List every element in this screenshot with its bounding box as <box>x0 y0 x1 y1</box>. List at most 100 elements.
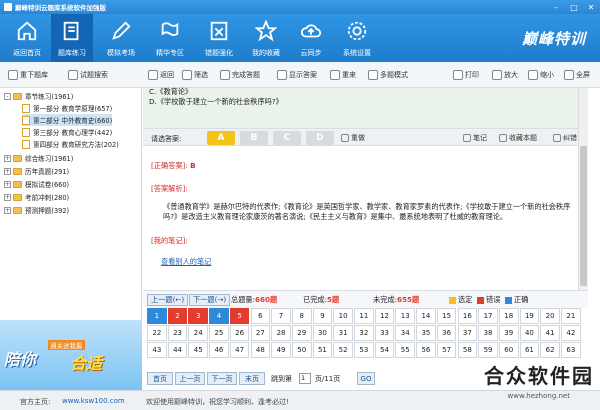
back-button[interactable]: 返回 <box>148 69 174 81</box>
question-number-cell[interactable]: 47 <box>229 342 250 358</box>
question-number-cell[interactable]: 34 <box>395 325 416 341</box>
question-number-cell[interactable]: 31 <box>333 325 353 341</box>
question-number-cell[interactable]: 61 <box>519 342 540 358</box>
question-number-cell[interactable]: 40 <box>519 325 540 341</box>
question-number-cell[interactable]: 5 <box>229 308 250 324</box>
tree-node[interactable]: 第二部分 中外教育史(660) <box>22 114 113 126</box>
favorite-button[interactable]: 收藏本题 <box>499 133 537 143</box>
question-number-cell[interactable]: 25 <box>209 325 229 341</box>
prev-page-button[interactable]: 上一页 <box>175 372 205 385</box>
question-number-cell[interactable]: 58 <box>457 342 478 358</box>
home-link[interactable]: www.ksw100.com <box>62 397 125 405</box>
option-a-button[interactable]: A <box>207 131 235 145</box>
question-number-cell[interactable]: 1 <box>147 308 167 324</box>
question-number-cell[interactable]: 63 <box>561 342 581 358</box>
last-page-button[interactable]: 末页 <box>239 372 265 385</box>
question-number-cell[interactable]: 42 <box>561 325 581 341</box>
minimize-icon[interactable]: – <box>548 0 564 14</box>
question-number-cell[interactable]: 57 <box>436 342 457 358</box>
nav-exam[interactable]: 模拟考场 <box>100 14 142 62</box>
question-number-cell[interactable]: 54 <box>374 342 395 358</box>
question-number-cell[interactable]: 60 <box>498 342 519 358</box>
tree-node[interactable]: 第四部分 教育研究方法(202) <box>22 138 119 150</box>
close-icon[interactable]: ✕ <box>583 0 599 14</box>
question-number-cell[interactable]: 24 <box>188 325 209 341</box>
question-number-cell[interactable]: 62 <box>540 342 560 358</box>
reload-bank-button[interactable]: 重下题库 <box>8 69 48 81</box>
question-number-cell[interactable]: 41 <box>540 325 560 341</box>
report-error-button[interactable]: 纠错 <box>553 133 577 143</box>
finish-button[interactable]: 完成答题 <box>220 69 260 81</box>
question-number-cell[interactable]: 56 <box>416 342 436 358</box>
question-number-cell[interactable]: 32 <box>354 325 374 341</box>
option-b-button[interactable]: B <box>240 131 268 145</box>
question-number-cell[interactable]: 10 <box>333 308 353 324</box>
question-number-cell[interactable]: 9 <box>312 308 333 324</box>
question-number-cell[interactable]: 14 <box>416 308 436 324</box>
question-number-cell[interactable]: 50 <box>291 342 312 358</box>
question-number-cell[interactable]: 36 <box>436 325 457 341</box>
nav-featured[interactable]: 精华专区 <box>149 14 191 62</box>
promo-banner[interactable]: 陪你 通关送我最 合适 <box>0 320 142 390</box>
question-number-cell[interactable]: 11 <box>354 308 374 324</box>
tree-node[interactable]: + 综合练习(1961) <box>4 152 73 164</box>
print-button[interactable]: 打印 <box>453 69 479 81</box>
question-number-cell[interactable]: 23 <box>167 325 188 341</box>
question-number-cell[interactable]: 45 <box>188 342 209 358</box>
tree-node[interactable]: 第三部分 教育心理学(442) <box>22 126 112 138</box>
prev-question-button[interactable]: 上一题(←) <box>147 294 189 306</box>
question-number-cell[interactable]: 17 <box>478 308 498 324</box>
first-page-button[interactable]: 首页 <box>147 372 173 385</box>
question-number-cell[interactable]: 2 <box>167 308 188 324</box>
question-number-cell[interactable]: 15 <box>436 308 457 324</box>
page-input[interactable]: 1 <box>299 373 311 384</box>
question-number-cell[interactable]: 48 <box>250 342 271 358</box>
nav-settings[interactable]: 系统设置 <box>336 14 378 62</box>
question-number-cell[interactable]: 22 <box>147 325 167 341</box>
question-number-cell[interactable]: 39 <box>498 325 519 341</box>
question-number-cell[interactable]: 30 <box>312 325 333 341</box>
redo-answer-button[interactable]: 重做 <box>341 133 365 143</box>
question-number-cell[interactable]: 53 <box>354 342 374 358</box>
question-number-cell[interactable]: 21 <box>561 308 581 324</box>
question-number-cell[interactable]: 33 <box>374 325 395 341</box>
tree-node[interactable]: + 考前冲刺(280) <box>4 191 69 203</box>
multi-mode-button[interactable]: 多题模式 <box>368 69 408 81</box>
next-page-button[interactable]: 下一页 <box>207 372 237 385</box>
question-number-cell[interactable]: 51 <box>312 342 333 358</box>
question-number-cell[interactable]: 16 <box>457 308 478 324</box>
question-number-cell[interactable]: 7 <box>271 308 291 324</box>
question-number-cell[interactable]: 59 <box>478 342 498 358</box>
nav-cloud-sync[interactable]: 云同步 <box>290 14 332 62</box>
question-number-cell[interactable]: 43 <box>147 342 167 358</box>
search-button[interactable]: 试题搜索 <box>68 69 108 81</box>
question-number-cell[interactable]: 6 <box>250 308 271 324</box>
fullscreen-button[interactable]: 全屏 <box>564 69 590 81</box>
question-number-cell[interactable]: 28 <box>271 325 291 341</box>
others-notes-link[interactable]: 查看别人的笔记 <box>161 257 211 267</box>
tree-node[interactable]: + 模拟试卷(660) <box>4 178 69 190</box>
nav-errors[interactable]: 错题强化 <box>198 14 240 62</box>
zoom-in-button[interactable]: 放大 <box>492 69 518 81</box>
redo-button[interactable]: 重来 <box>330 69 356 81</box>
show-answer-button[interactable]: 显示答案 <box>277 69 317 81</box>
question-number-cell[interactable]: 12 <box>374 308 395 324</box>
question-number-cell[interactable]: 20 <box>540 308 560 324</box>
question-number-cell[interactable]: 13 <box>395 308 416 324</box>
question-number-cell[interactable]: 52 <box>333 342 353 358</box>
question-number-cell[interactable]: 3 <box>188 308 209 324</box>
question-number-cell[interactable]: 44 <box>167 342 188 358</box>
nav-practice[interactable]: 题库练习 <box>51 14 93 62</box>
question-number-cell[interactable]: 46 <box>209 342 229 358</box>
question-number-cell[interactable]: 55 <box>395 342 416 358</box>
question-number-cell[interactable]: 27 <box>250 325 271 341</box>
question-number-cell[interactable]: 8 <box>291 308 312 324</box>
tree-node[interactable]: - 章节练习(1961) <box>4 90 73 102</box>
go-button[interactable]: GO <box>357 372 375 385</box>
option-c-button[interactable]: C <box>273 131 301 145</box>
tree-node[interactable]: 第一部分 教育学原理(657) <box>22 102 112 114</box>
question-number-cell[interactable]: 4 <box>209 308 229 324</box>
maximize-icon[interactable]: □ <box>566 0 582 14</box>
question-number-cell[interactable]: 49 <box>271 342 291 358</box>
question-number-cell[interactable]: 37 <box>457 325 478 341</box>
